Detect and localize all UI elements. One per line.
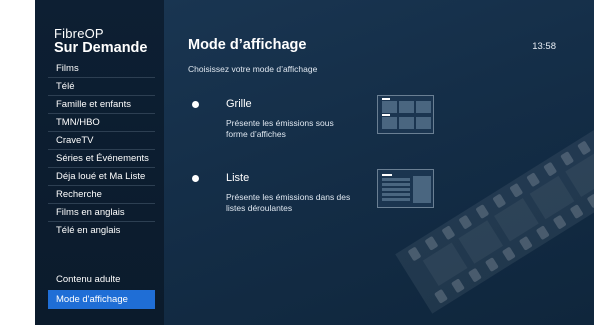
page-title: Mode d’affichage xyxy=(188,37,307,53)
tv-screen: FibreOP Sur Demande Films Télé Famille e… xyxy=(35,0,594,325)
brand-line-1: FibreOP xyxy=(54,26,104,41)
film-strip-decoration xyxy=(395,116,594,314)
grid-layout-icon xyxy=(377,95,434,134)
sidebar-item-tmn-hbo[interactable]: TMN/HBO xyxy=(48,114,155,132)
sidebar-item-mode-affichage[interactable]: Mode d'affichage xyxy=(48,290,155,309)
sidebar-item-deja-loue[interactable]: Déja loué et Ma Liste xyxy=(48,168,155,186)
sidebar-item-recherche[interactable]: Recherche xyxy=(48,186,155,204)
sidebar: FibreOP Sur Demande Films Télé Famille e… xyxy=(35,0,164,325)
category-menu: Films Télé Famille et enfants TMN/HBO Cr… xyxy=(48,60,155,240)
option-description: Présente les émissions dans des listes d… xyxy=(226,192,351,213)
sidebar-item-tele[interactable]: Télé xyxy=(48,78,155,96)
radio-icon[interactable] xyxy=(192,175,199,182)
bottom-menu: Contenu adulte Mode d'affichage xyxy=(48,270,155,309)
option-title: Liste xyxy=(226,172,250,184)
brand-logo: FibreOP Sur Demande xyxy=(54,27,147,56)
sidebar-item-cravetv[interactable]: CraveTV xyxy=(48,132,155,150)
page-subtitle: Choisissez votre mode d’affichage xyxy=(188,64,318,74)
sidebar-item-films[interactable]: Films xyxy=(48,60,155,78)
clock: 13:58 xyxy=(532,41,556,52)
main-panel: Mode d’affichage 13:58 Choisissez votre … xyxy=(164,0,594,325)
list-layout-icon xyxy=(377,169,434,208)
option-description: Présente les émissions sous forme d’affi… xyxy=(226,118,334,139)
sidebar-item-contenu-adulte[interactable]: Contenu adulte xyxy=(48,270,155,289)
sidebar-item-tele-anglais[interactable]: Télé en anglais xyxy=(48,222,155,240)
brand-line-2: Sur Demande xyxy=(54,40,148,56)
sidebar-item-films-anglais[interactable]: Films en anglais xyxy=(48,204,155,222)
radio-selected-icon[interactable] xyxy=(192,101,199,108)
sidebar-item-series[interactable]: Séries et Événements xyxy=(48,150,155,168)
sidebar-item-famille[interactable]: Famille et enfants xyxy=(48,96,155,114)
option-title: Grille xyxy=(226,98,252,110)
